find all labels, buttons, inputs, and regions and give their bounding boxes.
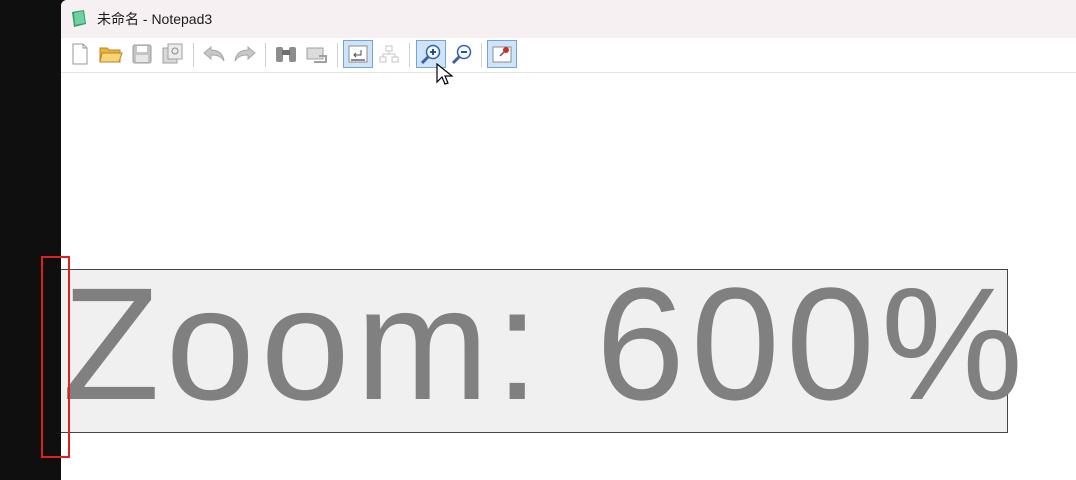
replace-icon — [306, 47, 327, 63]
zoom-callout: Zoom: 600% — [61, 254, 1023, 433]
notepad3-app-icon — [72, 10, 86, 27]
toolbar — [61, 38, 1076, 73]
new-file-button[interactable] — [65, 40, 95, 68]
pin-on-top-button[interactable] — [487, 40, 517, 68]
open-file-button[interactable] — [96, 40, 126, 68]
toolbar-separator — [481, 43, 482, 67]
zoom-level-label: Zoom: 600% — [62, 254, 1030, 433]
find-button[interactable] — [271, 40, 301, 68]
zoom-out-icon — [451, 44, 472, 65]
new-file-icon — [72, 43, 88, 65]
folding-button[interactable] — [374, 40, 404, 68]
word-wrap-icon — [348, 45, 368, 63]
pin-icon — [492, 46, 512, 63]
editor-area[interactable]: Zoom: 600% — [61, 73, 1076, 480]
replace-button[interactable] — [302, 40, 332, 68]
toolbar-separator — [193, 43, 194, 67]
notepad3-window: 未命名 - Notepad3 Zoom: 600% — [61, 0, 1076, 480]
word-wrap-button[interactable] — [343, 40, 373, 68]
toolbar-separator — [265, 43, 266, 67]
zoom-in-icon — [420, 44, 441, 65]
toolbar-separator — [337, 43, 338, 67]
title-bar[interactable]: 未命名 - Notepad3 — [61, 0, 1076, 38]
open-folder-icon — [99, 47, 123, 63]
save-button[interactable] — [127, 40, 157, 68]
save-as-icon — [162, 43, 183, 64]
window-title: 未命名 - Notepad3 — [97, 11, 213, 27]
mouse-cursor-icon — [436, 63, 454, 85]
redo-button[interactable] — [230, 40, 260, 68]
save-icon — [132, 44, 152, 64]
binoculars-icon — [276, 47, 296, 62]
tree-icon — [379, 45, 399, 63]
undo-icon — [203, 45, 225, 62]
toolbar-separator — [409, 43, 410, 67]
highlight-box — [41, 256, 70, 458]
save-as-button[interactable] — [158, 40, 188, 68]
undo-button[interactable] — [199, 40, 229, 68]
redo-icon — [234, 45, 256, 62]
